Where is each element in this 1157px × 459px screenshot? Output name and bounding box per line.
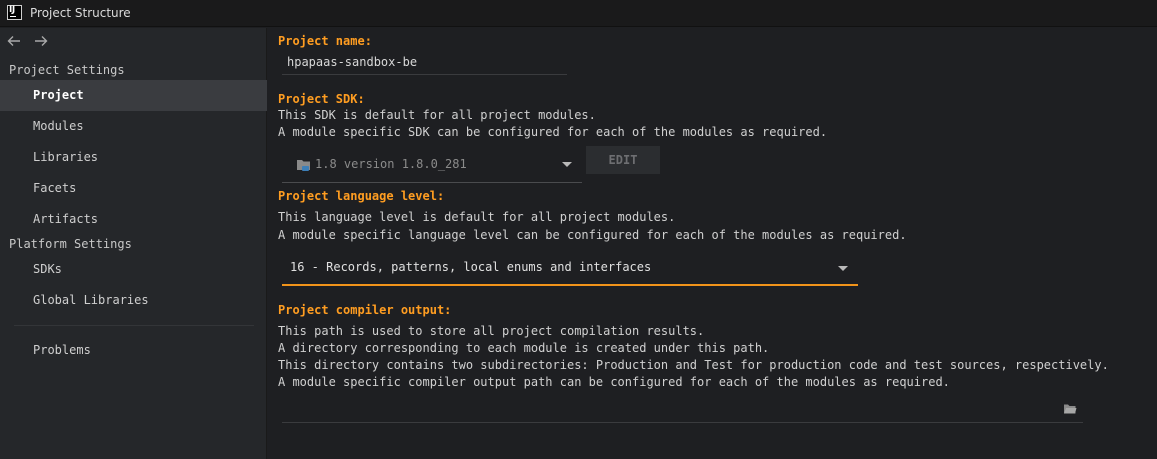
section-project-settings: Project Settings xyxy=(9,63,125,77)
project-name-input[interactable] xyxy=(282,50,567,74)
sidebar-item-problems[interactable]: Problems xyxy=(0,335,267,366)
intellij-logo-icon: IJ xyxy=(7,5,22,20)
sidebar-divider xyxy=(14,325,254,326)
app-icon-text: IJ xyxy=(9,5,15,15)
chevron-down-icon xyxy=(562,162,572,167)
language-level-desc-2: A module specific language level can be … xyxy=(278,228,907,242)
project-sdk-desc-1: This SDK is default for all project modu… xyxy=(278,108,596,122)
compiler-output-label: Project compiler output: xyxy=(278,303,452,317)
sdk-edit-button[interactable]: EDIT xyxy=(586,146,660,174)
language-level-desc-1: This language level is default for all p… xyxy=(278,210,676,224)
chevron-down-icon xyxy=(838,266,848,271)
project-sdk-label: Project SDK: xyxy=(278,92,365,106)
sidebar-item-libraries[interactable]: Libraries xyxy=(0,142,267,173)
back-arrow-icon[interactable] xyxy=(6,33,22,49)
section-platform-settings: Platform Settings xyxy=(9,237,132,251)
compiler-output-path-field[interactable] xyxy=(282,398,1083,423)
sdk-folder-icon xyxy=(296,158,312,175)
sidebar-item-project[interactable]: Project xyxy=(0,80,267,111)
sdk-dropdown[interactable]: 1.8 version 1.8.0_281 xyxy=(282,148,582,183)
window-title: Project Structure xyxy=(30,6,131,20)
sidebar: Project Settings Project Modules Librari… xyxy=(0,28,267,459)
language-level-dropdown[interactable]: 16 - Records, patterns, local enums and … xyxy=(282,253,858,286)
compiler-output-desc-4: A module specific compiler output path c… xyxy=(278,375,950,389)
title-bar: IJ Project Structure xyxy=(0,0,1157,27)
sidebar-item-artifacts[interactable]: Artifacts xyxy=(0,204,267,235)
compiler-output-desc-1: This path is used to store all project c… xyxy=(278,324,705,338)
sidebar-item-global-libraries[interactable]: Global Libraries xyxy=(0,285,267,316)
sidebar-item-modules[interactable]: Modules xyxy=(0,111,267,142)
browse-folder-icon[interactable] xyxy=(1063,403,1077,418)
forward-arrow-icon[interactable] xyxy=(33,33,49,49)
project-sdk-desc-2: A module specific SDK can be configured … xyxy=(278,125,828,139)
language-level-selected-value: 16 - Records, patterns, local enums and … xyxy=(290,260,652,274)
project-name-label: Project name: xyxy=(278,34,372,48)
language-level-label: Project language level: xyxy=(278,189,445,203)
sidebar-item-facets[interactable]: Facets xyxy=(0,173,267,204)
project-name-field[interactable] xyxy=(282,50,567,75)
sdk-selected-value: 1.8 version 1.8.0_281 xyxy=(315,157,467,171)
compiler-output-desc-2: A directory corresponding to each module… xyxy=(278,341,770,355)
sidebar-item-sdks[interactable]: SDKs xyxy=(0,254,267,285)
main-panel: Project name: Project SDK: This SDK is d… xyxy=(268,28,1157,459)
compiler-output-desc-3: This directory contains two subdirectori… xyxy=(278,358,1109,372)
